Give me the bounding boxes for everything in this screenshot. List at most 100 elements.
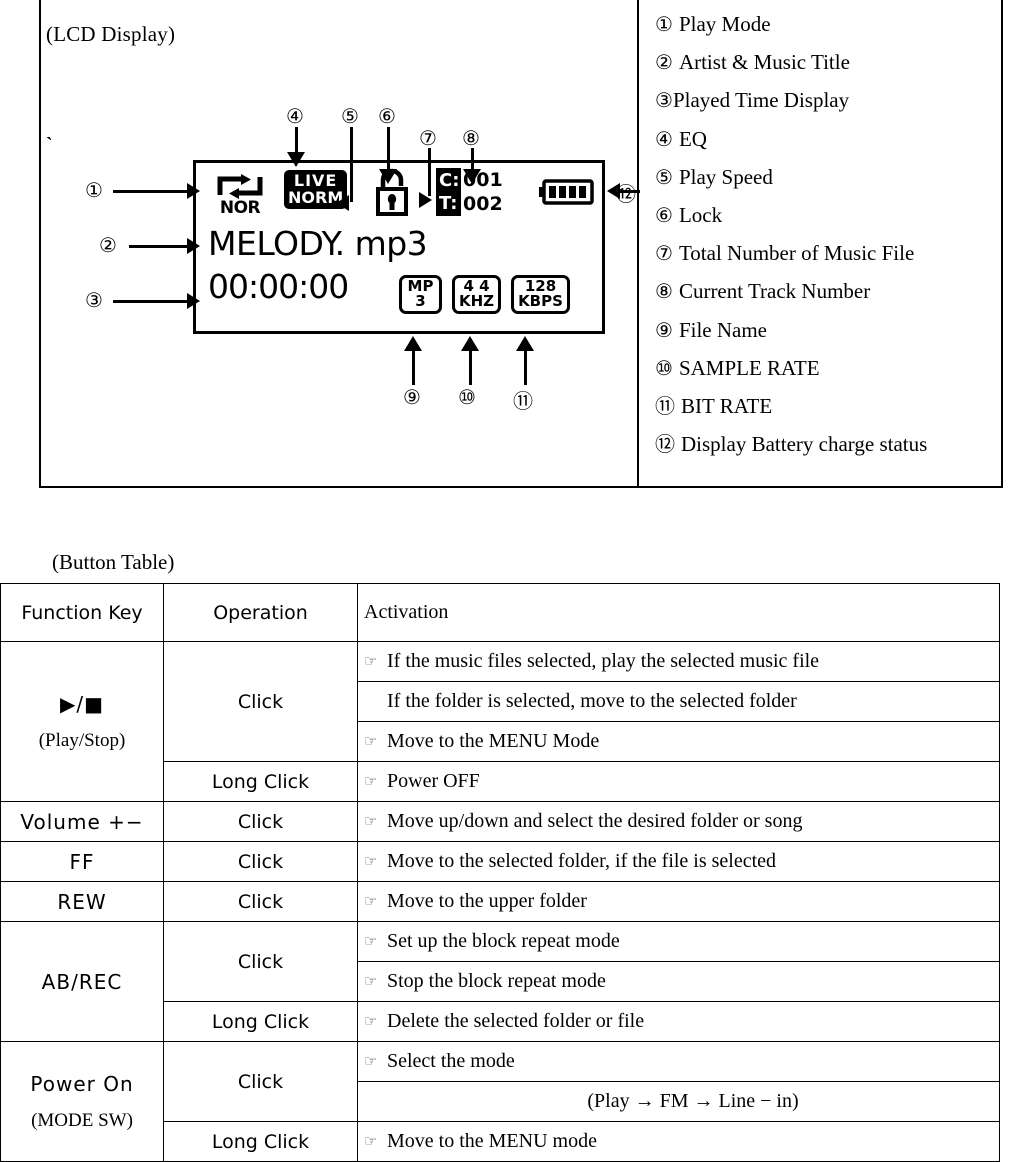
operation-cell: Long Click bbox=[163, 1001, 358, 1042]
total-track-label: T: bbox=[439, 193, 458, 214]
pointing-hand-icon: ☞ bbox=[364, 1134, 378, 1150]
activation-cell: If the folder is selected, move to the s… bbox=[357, 681, 1000, 722]
callout-number-2: ② bbox=[99, 235, 117, 257]
legend-item: ⑤ Play Speed bbox=[655, 165, 1016, 191]
activation-text: Power OFF bbox=[387, 770, 480, 792]
callout-arrow-9 bbox=[404, 336, 422, 351]
play-mode-repeat-icon: NOR bbox=[212, 173, 268, 217]
legend-item-label: Play Speed bbox=[678, 164, 773, 189]
legend-item-number: ⑧ bbox=[655, 281, 673, 304]
function-key-cell: ▶/■ (Play/Stop) bbox=[0, 641, 164, 802]
pointing-hand-icon: ☞ bbox=[364, 774, 378, 790]
operation-cell: Long Click bbox=[163, 761, 358, 802]
button-table-head: Function Key Operation Activation bbox=[0, 583, 1000, 642]
file-format-line2: 3 bbox=[415, 292, 426, 310]
activation-cell: ☞ Move to the upper folder bbox=[357, 881, 1000, 922]
lcd-legend-panel: ⑫ ① Play Mode ② Artist & Music Title ③Played… bbox=[616, 0, 1001, 486]
callout-arrow-3 bbox=[187, 293, 200, 309]
activation-cell: ☞ Delete the selected folder or file bbox=[357, 1001, 1000, 1042]
callout-line-4 bbox=[295, 127, 298, 154]
legend-item-number: ⑪ bbox=[655, 395, 675, 418]
callout-line-7 bbox=[428, 148, 431, 196]
legend-item: ④ EQ bbox=[655, 127, 1016, 153]
operation-cell: Click bbox=[163, 1041, 358, 1122]
activation-cell: ☞ If the music files selected, play the s… bbox=[357, 641, 1000, 682]
legend-item-label: BIT RATE bbox=[681, 393, 773, 418]
legend-item: ⑨ File Name bbox=[655, 318, 1016, 344]
callout-number-11: ⑪ bbox=[513, 391, 533, 413]
header-activation: Activation bbox=[357, 583, 1000, 642]
activation-cell: (Play → FM → Line − in) bbox=[357, 1081, 1000, 1122]
pointing-hand-icon: ☞ bbox=[364, 974, 378, 990]
operation-cell: Click bbox=[163, 841, 358, 882]
header-function-key: Function Key bbox=[0, 583, 164, 642]
callout-number-4: ④ bbox=[286, 106, 304, 128]
legend-item-number: ④ bbox=[655, 128, 673, 151]
legend-item-label: Play Mode bbox=[678, 12, 771, 36]
table-row: ▶/■ (Play/Stop) Click ☞ If the music files s… bbox=[0, 641, 1000, 802]
legend-item: ⑩ SAMPLE RATE bbox=[655, 356, 1016, 382]
operation-cell: Long Click bbox=[163, 1121, 358, 1162]
callout-arrow-4 bbox=[287, 152, 305, 167]
legend-item: ⑫ Display Battery charge status bbox=[655, 432, 1016, 458]
function-key-symbol: ▶/■ bbox=[59, 691, 104, 716]
legend-item-label: Artist & Music Title bbox=[678, 50, 850, 75]
pointing-hand-icon: ☞ bbox=[364, 894, 378, 910]
activation-text: Move to the upper folder bbox=[387, 890, 587, 912]
button-table-body: ▶/■ (Play/Stop) Click ☞ If the music files s… bbox=[0, 641, 1000, 1162]
callout-arrow-2 bbox=[187, 238, 200, 254]
legend-item-number: ⑤ bbox=[655, 166, 673, 189]
function-key-subtitle: (Play/Stop) bbox=[38, 729, 126, 751]
function-key-cell: REW bbox=[0, 881, 164, 922]
bit-rate-line2: KBPS bbox=[518, 292, 563, 310]
function-key-symbol: Volume +− bbox=[20, 809, 144, 834]
legend-item-label: Current Track Number bbox=[678, 279, 871, 304]
callout-line-10 bbox=[469, 351, 472, 385]
current-track-label: C: bbox=[439, 170, 460, 191]
bit-rate-badge: 128 KBPS bbox=[511, 275, 570, 314]
pointing-hand-icon: ☞ bbox=[364, 934, 378, 950]
activation-cell: ☞ Stop the block repeat mode bbox=[357, 961, 1000, 1002]
pointing-hand-icon: ☞ bbox=[364, 734, 378, 750]
sample-rate-badge: 4 4 KHZ bbox=[452, 275, 502, 314]
callout-arrow-7 bbox=[419, 192, 432, 208]
callout-number-10: ⑩ bbox=[458, 387, 476, 409]
table-row: AB/REC Click ☞ Set up the block repeat mode bbox=[0, 921, 1000, 1042]
lcd-status-row: NOR LIVE NORM C: T: 001 002 bbox=[196, 163, 602, 225]
function-key-symbol: AB/REC bbox=[41, 969, 123, 994]
callout-line-1 bbox=[113, 190, 187, 193]
activation-text: If the music files selected, play the se… bbox=[387, 650, 820, 672]
activation-cell: ☞ Set up the block repeat mode bbox=[357, 921, 1000, 962]
function-key-subtitle: (MODE SW) bbox=[31, 1109, 133, 1131]
legend-item-label: EQ bbox=[678, 126, 707, 151]
lcd-diagram-left-panel: (LCD Display) ` NOR LIVE NORM C: T: 001 … bbox=[41, 0, 640, 486]
callout-arrow-8 bbox=[463, 169, 481, 184]
function-key-symbol: REW bbox=[57, 889, 107, 914]
lcd-screen: NOR LIVE NORM C: T: 001 002 MELODY. mp3 … bbox=[193, 160, 605, 334]
callout-arrow-1 bbox=[187, 183, 200, 199]
activation-cell: ☞ Move to the MENU mode bbox=[357, 1121, 1000, 1162]
activation-text: Stop the block repeat mode bbox=[387, 970, 606, 992]
table-row: Volume +− Click ☞ Move up/down and select t… bbox=[0, 801, 1000, 842]
pointing-hand-icon: ☞ bbox=[364, 1014, 378, 1030]
battery-icon bbox=[539, 179, 596, 210]
activation-text: Move to the selected folder, if the file… bbox=[387, 850, 777, 872]
activation-text: (Play → FM → Line − in) bbox=[587, 1090, 799, 1112]
activation-text: Move up/down and select the desired fold… bbox=[387, 810, 803, 832]
legend-item-number: ⑦ bbox=[655, 243, 673, 266]
activation-text: Move to the MENU mode bbox=[387, 1130, 597, 1152]
callout-line-5 bbox=[350, 127, 353, 202]
activation-text: Set up the block repeat mode bbox=[387, 930, 620, 952]
callout-number-12: ⑫ bbox=[616, 184, 636, 206]
legend-item-number: ③ bbox=[655, 90, 673, 113]
operation-cell: Click bbox=[163, 921, 358, 1002]
legend-item-label: File Name bbox=[678, 317, 767, 342]
legend-item: ③Played Time Display bbox=[655, 88, 1016, 114]
callout-number-5: ⑤ bbox=[341, 106, 359, 128]
callout-arrow-10 bbox=[461, 336, 479, 351]
music-title-text: MELODY. mp3 bbox=[208, 224, 428, 263]
callout-arrow-11 bbox=[516, 336, 534, 351]
total-track-value: 002 bbox=[463, 193, 503, 215]
function-key-cell: Volume +− bbox=[0, 801, 164, 842]
callout-arrow-5 bbox=[336, 195, 349, 211]
